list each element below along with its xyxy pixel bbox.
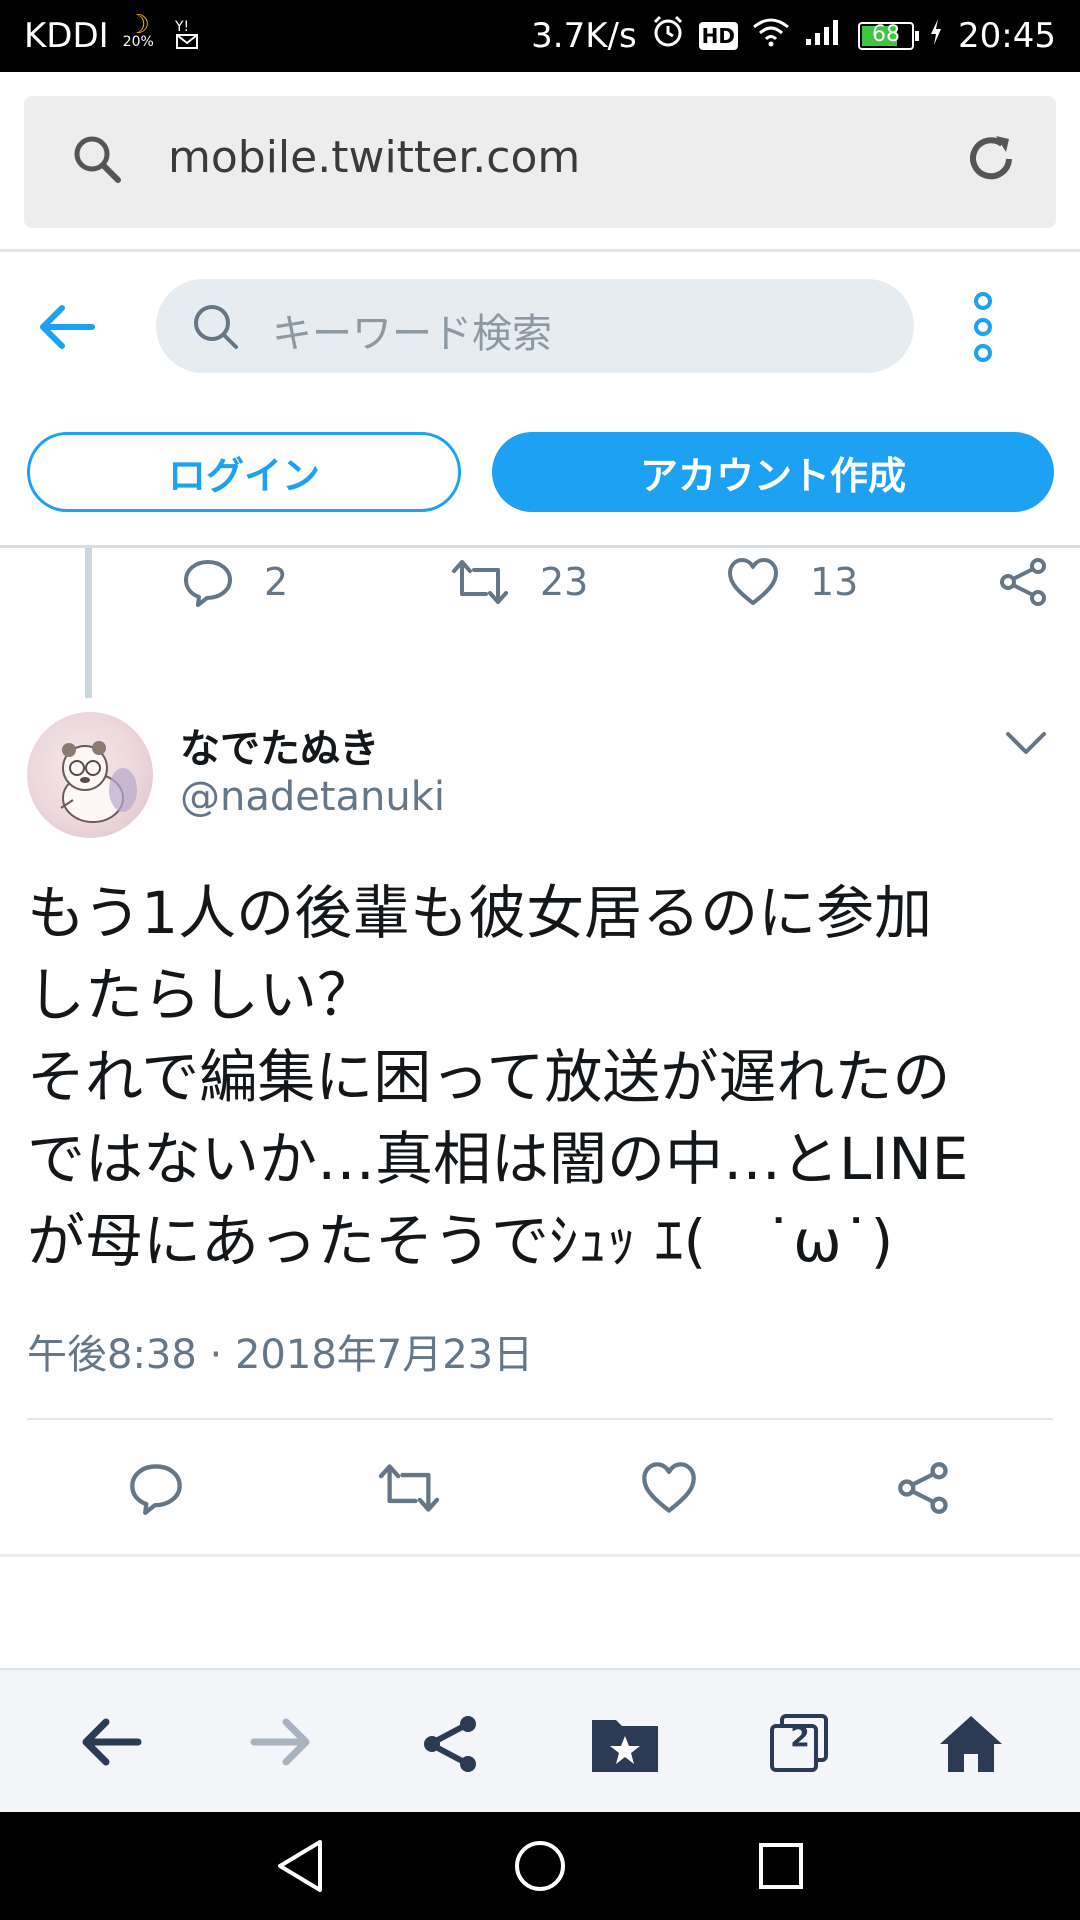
tweet-timestamp[interactable]: 午後8:38 · 2018年7月23日 [27, 1322, 533, 1380]
retweet-icon[interactable] [376, 1460, 442, 1520]
nav-back-icon[interactable] [274, 1838, 328, 1898]
heart-icon [728, 558, 778, 605]
reply-action[interactable]: 2 [182, 556, 288, 608]
divider [0, 1554, 1080, 1557]
reply-count: 2 [264, 560, 289, 604]
clock-time: 20:45 [958, 15, 1056, 56]
browser-forward-icon[interactable] [250, 1714, 314, 1774]
share-icon [1000, 558, 1046, 606]
chevron-down-icon[interactable] [1004, 728, 1048, 762]
share-action[interactable] [998, 556, 1050, 608]
share-icon[interactable] [420, 1714, 484, 1778]
avatar[interactable] [27, 712, 153, 838]
battery-icon: 68 [858, 21, 920, 50]
create-account-button[interactable]: アカウント作成 [492, 432, 1054, 512]
keyword-search-input[interactable]: キーワード検索 [156, 279, 914, 373]
reload-icon[interactable] [962, 130, 1020, 192]
hd-badge: HD [698, 21, 739, 50]
reply-icon[interactable] [128, 1460, 184, 1520]
charging-icon [928, 16, 944, 56]
username[interactable]: @nadetanuki [180, 774, 445, 820]
svg-text:Y!: Y! [174, 19, 189, 35]
like-count: 13 [810, 560, 859, 604]
signal-icon [804, 16, 844, 56]
status-bar: KDDI ☽ 20% Y! 3.7K/s HD 68 20:45 [0, 0, 1080, 72]
retweet-count: 23 [540, 560, 589, 604]
mail-icon: Y! [173, 17, 203, 55]
bookmarks-icon[interactable] [590, 1714, 660, 1778]
tanuki-avatar-icon [60, 741, 137, 823]
back-arrow-icon[interactable] [36, 302, 96, 356]
tabs-icon[interactable]: 2 [768, 1714, 828, 1778]
tab-count: 2 [790, 1720, 810, 1753]
search-placeholder: キーワード検索 [272, 311, 552, 357]
reply-icon [184, 560, 232, 607]
battery-level: 68 [872, 21, 901, 47]
moon-icon: ☽ 20% [122, 10, 154, 50]
wifi-icon [752, 16, 790, 56]
alarm-icon [651, 14, 685, 57]
retweet-icon [452, 560, 508, 604]
more-options-icon[interactable] [968, 292, 998, 362]
nav-home-icon[interactable] [512, 1838, 568, 1898]
previous-tweet-actions: 2 23 13 [0, 548, 1080, 618]
moon-percent: 20% [122, 34, 154, 50]
browser-back-icon[interactable] [78, 1714, 142, 1774]
twitter-header: キーワード検索 ログイン アカウント作成 [0, 252, 1080, 548]
retweet-action[interactable]: 23 [450, 556, 588, 608]
system-nav-bar [0, 1812, 1080, 1920]
divider [27, 1418, 1053, 1420]
login-button[interactable]: ログイン [27, 432, 461, 512]
heart-icon[interactable] [640, 1460, 698, 1520]
browser-toolbar: 2 [0, 1668, 1080, 1812]
home-icon[interactable] [938, 1714, 1004, 1778]
tweet-text: もう1人の後輩も彼女居るのに参加 したらしい？ それで編集に困って放送が遅れたの… [27, 879, 969, 1275]
tweet-actions [0, 1460, 1080, 1520]
display-name[interactable]: なでたぬき [180, 716, 379, 774]
search-icon [70, 132, 126, 192]
nav-recents-icon[interactable] [756, 1838, 806, 1898]
address-bar[interactable]: mobile.twitter.com [24, 96, 1056, 228]
url-text[interactable]: mobile.twitter.com [168, 132, 580, 183]
like-action[interactable]: 13 [726, 556, 858, 608]
share-icon[interactable] [896, 1460, 952, 1520]
search-icon [190, 301, 242, 357]
carrier-label: KDDI [24, 16, 109, 56]
network-speed: 3.7K/s [531, 15, 637, 56]
